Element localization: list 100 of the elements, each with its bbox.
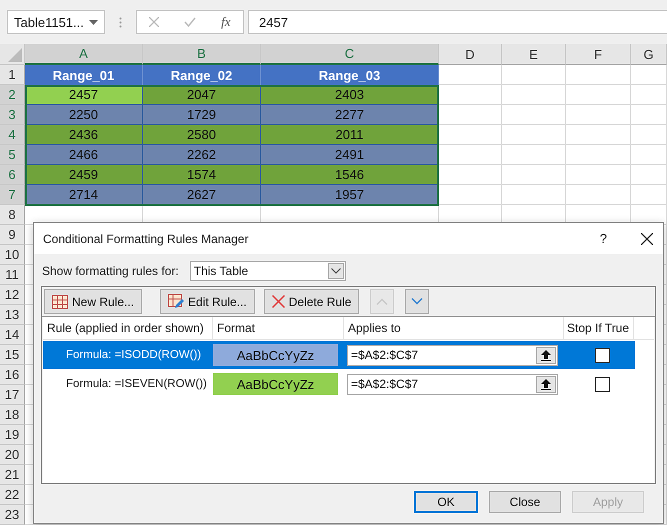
row-header[interactable]: 10 bbox=[0, 245, 25, 265]
table-cell[interactable]: 2277 bbox=[261, 105, 439, 125]
table-cell[interactable]: 2466 bbox=[25, 145, 143, 165]
column-header[interactable]: A bbox=[25, 44, 143, 65]
upload-arrow-icon[interactable] bbox=[541, 378, 551, 390]
empty-cell[interactable] bbox=[566, 85, 631, 105]
table-header-cell: Range_03 bbox=[261, 65, 439, 85]
applies-to-field[interactable]: =$A$2:$C$7 bbox=[347, 374, 558, 394]
row-header[interactable]: 16 bbox=[0, 365, 25, 385]
row-header[interactable]: 23 bbox=[0, 505, 25, 525]
table-cell[interactable]: 1957 bbox=[261, 185, 439, 205]
empty-cell[interactable] bbox=[502, 125, 566, 145]
row-header[interactable]: 5 bbox=[0, 145, 25, 165]
empty-cell[interactable] bbox=[502, 105, 566, 125]
window-title: Conditional Formatting Rules Manager bbox=[43, 232, 250, 246]
column-header: Format bbox=[213, 317, 344, 339]
empty-cell[interactable] bbox=[566, 105, 631, 125]
empty-cell[interactable] bbox=[631, 185, 667, 205]
table-cell[interactable]: 1574 bbox=[143, 165, 261, 185]
row-header[interactable]: 20 bbox=[0, 445, 25, 465]
table-cell[interactable]: 2436 bbox=[25, 125, 143, 145]
column-header[interactable]: D bbox=[439, 44, 502, 65]
row-header[interactable]: 21 bbox=[0, 465, 25, 485]
row-header[interactable]: 13 bbox=[0, 305, 25, 325]
table-cell[interactable]: 2047 bbox=[143, 85, 261, 105]
edit-rule-button[interactable]: Edit Rule... bbox=[160, 289, 255, 314]
empty-cell[interactable] bbox=[566, 145, 631, 165]
row-header[interactable]: 18 bbox=[0, 405, 25, 425]
move-down-button[interactable] bbox=[405, 289, 430, 314]
empty-cell[interactable] bbox=[502, 165, 566, 185]
column-header[interactable]: F bbox=[566, 44, 631, 65]
table-cell[interactable]: 2627 bbox=[143, 185, 261, 205]
row-header[interactable]: 15 bbox=[0, 345, 25, 365]
delete-rule-button[interactable]: Delete Rule bbox=[264, 289, 360, 314]
format-preview: AaBbCcYyZz bbox=[213, 344, 338, 366]
rule-formula: Formula: =ISODD(ROW()) bbox=[65, 349, 202, 361]
row-header[interactable]: 1 bbox=[0, 65, 25, 85]
column-header[interactable]: E bbox=[502, 44, 566, 65]
row-header[interactable]: 17 bbox=[0, 385, 25, 405]
delete-icon bbox=[272, 295, 285, 308]
row-header[interactable]: 12 bbox=[0, 285, 25, 305]
stop-if-true-checkbox[interactable] bbox=[595, 376, 610, 392]
cancel-icon[interactable] bbox=[149, 17, 160, 27]
table-cell[interactable]: 2714 bbox=[25, 185, 143, 205]
empty-cell[interactable] bbox=[566, 125, 631, 145]
table-cell[interactable]: 2459 bbox=[25, 165, 143, 185]
column-header[interactable]: B bbox=[143, 44, 261, 65]
empty-cell[interactable] bbox=[502, 65, 566, 85]
row-header[interactable]: 8 bbox=[0, 205, 25, 225]
empty-cell[interactable] bbox=[502, 85, 566, 105]
dialog-button[interactable]: Close bbox=[489, 491, 561, 513]
column-header: Stop If True bbox=[564, 317, 634, 339]
row-header[interactable]: 11 bbox=[0, 265, 25, 285]
applies-to-field[interactable]: =$A$2:$C$7 bbox=[347, 344, 558, 366]
table-cell[interactable]: 2250 bbox=[25, 105, 143, 125]
table-cell[interactable]: 1729 bbox=[143, 105, 261, 125]
empty-cell[interactable] bbox=[502, 145, 566, 165]
table-icon bbox=[52, 294, 68, 308]
table-cell[interactable]: 1546 bbox=[261, 165, 439, 185]
select-all-icon[interactable] bbox=[8, 48, 22, 62]
dialog-button[interactable]: OK bbox=[414, 491, 478, 513]
empty-cell[interactable] bbox=[566, 165, 631, 185]
table-cell[interactable]: 2491 bbox=[261, 145, 439, 165]
empty-cell[interactable] bbox=[631, 165, 667, 185]
column-header[interactable]: G bbox=[631, 44, 667, 65]
check-icon[interactable] bbox=[184, 17, 196, 27]
row-header[interactable]: 14 bbox=[0, 325, 25, 345]
row-header[interactable]: 19 bbox=[0, 425, 25, 445]
table-pencil-icon bbox=[168, 294, 184, 309]
rule-row[interactable]: Formula: =ISEVEN(ROW()) AaBbCcYyZz =$A$2:$C$7 bbox=[43, 370, 635, 398]
row-header[interactable]: 6 bbox=[0, 165, 25, 185]
empty-cell[interactable] bbox=[631, 65, 667, 85]
empty-cell[interactable] bbox=[566, 65, 631, 85]
formula-input[interactable]: 2457 bbox=[248, 10, 667, 34]
row-header[interactable]: 22 bbox=[0, 485, 25, 505]
table-cell[interactable]: 2262 bbox=[143, 145, 261, 165]
new-rule-button[interactable]: New Rule... bbox=[44, 289, 142, 314]
name-box[interactable]: Table1151... bbox=[7, 10, 105, 34]
table-cell[interactable]: 2011 bbox=[261, 125, 439, 145]
row-header[interactable]: 2 bbox=[0, 85, 25, 105]
row-header[interactable]: 3 bbox=[0, 105, 25, 125]
column-header[interactable]: C bbox=[261, 44, 439, 65]
row-header[interactable]: 4 bbox=[0, 125, 25, 145]
empty-cell[interactable] bbox=[502, 185, 566, 205]
row-header[interactable]: 7 bbox=[0, 185, 25, 205]
table-cell[interactable]: 2580 bbox=[143, 125, 261, 145]
upload-arrow-icon[interactable] bbox=[541, 350, 551, 360]
rule-row[interactable]: Formula: =ISODD(ROW()) AaBbCcYyZz =$A$2:$C$7 bbox=[43, 341, 635, 369]
scope-dropdown[interactable]: This Table bbox=[190, 261, 346, 281]
field-label: Show formatting rules for: bbox=[42, 264, 179, 278]
stop-if-true-checkbox[interactable] bbox=[595, 348, 610, 362]
help-button[interactable]: ? bbox=[600, 231, 607, 246]
insert-function-button[interactable]: fx bbox=[221, 14, 231, 30]
row-header[interactable]: 9 bbox=[0, 225, 25, 245]
empty-cell[interactable] bbox=[631, 105, 667, 125]
close-icon[interactable] bbox=[641, 232, 653, 244]
empty-cell[interactable] bbox=[631, 145, 667, 165]
empty-cell[interactable] bbox=[631, 85, 667, 105]
empty-cell[interactable] bbox=[631, 125, 667, 145]
empty-cell[interactable] bbox=[566, 185, 631, 205]
